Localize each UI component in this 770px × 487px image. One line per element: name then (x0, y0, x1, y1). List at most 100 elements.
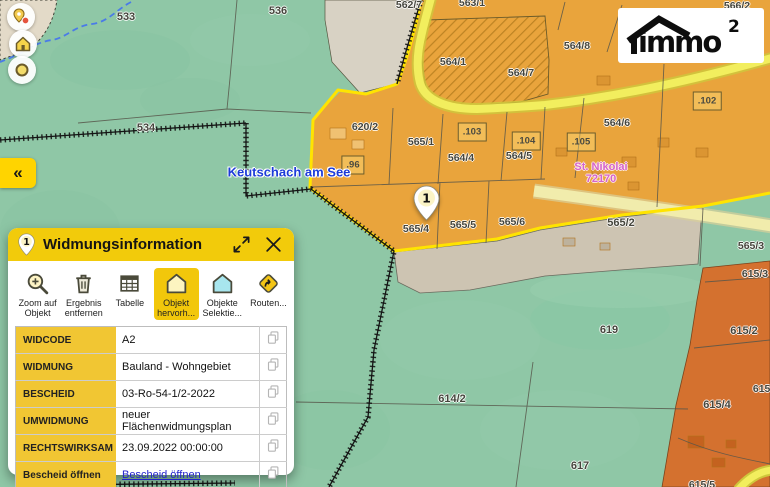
zoom-to-object-button[interactable]: Zoom auf Objekt (15, 268, 60, 320)
panel-marker-badge: 1 (18, 233, 35, 256)
panel-header[interactable]: 1 Widmungsinformation (8, 228, 294, 261)
parcel-label: 564/7 (508, 67, 534, 79)
home-button[interactable] (9, 30, 37, 58)
town-label: Keutschach am See (228, 165, 351, 180)
result-marker[interactable]: 1 (413, 185, 440, 221)
close-icon (264, 235, 283, 254)
sidebar-collapse-button[interactable]: « (0, 158, 36, 188)
building-parcel-label: .102 (693, 92, 722, 111)
parcel-label: 565/2 (607, 217, 635, 229)
panel-toolbar: Zoom auf Objekt Ergebnis entfernen (8, 261, 294, 323)
tool-label: Ergebnis entfernen (62, 298, 105, 318)
expand-panel-button[interactable] (229, 233, 253, 257)
zoning-info-table: WIDCODE A2 WIDMUNG Bauland - Wohngebiet … (15, 326, 287, 487)
row-label: BESCHEID (16, 381, 117, 408)
logo-sup: 2 (728, 17, 740, 37)
table-button[interactable]: Tabelle (107, 268, 152, 320)
select-objects-icon (210, 271, 235, 296)
row-label: WIDCODE (16, 327, 117, 354)
trash-icon (71, 271, 96, 296)
row-value: neuer Flächenwidmungsplan (116, 408, 260, 435)
table-row: RECHTSWIRKSAM 23.09.2022 00:00:00 (16, 435, 287, 462)
locate-button[interactable] (8, 56, 36, 84)
parcel-label: 564/6 (604, 117, 630, 129)
overview-pins-button[interactable] (7, 3, 35, 31)
row-value: Bauland - Wohngebiet (116, 354, 260, 381)
copy-button[interactable] (260, 327, 287, 354)
copy-button[interactable] (260, 381, 287, 408)
copy-button[interactable] (260, 408, 287, 435)
building-parcel-label: .104 (512, 132, 541, 151)
row-label: WIDMUNG (16, 354, 117, 381)
parcel-label: 564/8 (564, 40, 590, 52)
row-label: RECHTSWIRKSAM (16, 435, 117, 462)
district-label: St. Nikolai (574, 161, 627, 173)
expand-arrows-icon (232, 235, 251, 254)
highlight-object-button[interactable]: Objekt hervorh... (154, 268, 199, 320)
tool-label: Zoom auf Objekt (16, 298, 59, 318)
parcel-label: 620/2 (352, 121, 378, 133)
parcel-label: 614/2 (438, 393, 466, 405)
table-row: BESCHEID 03-Ro-54-1/2-2022 (16, 381, 287, 408)
home-icon (13, 34, 33, 54)
parcel-label: 565/6 (499, 216, 525, 228)
parcel-label: 615/3 (742, 268, 768, 280)
copy-icon (266, 357, 281, 372)
parcel-label: 615/4 (703, 399, 731, 411)
row-label: Bescheid öffnen (16, 462, 117, 487)
copy-icon (266, 438, 281, 453)
parcel-label: 562/7 (396, 0, 422, 11)
parcel-label: 536 (269, 5, 287, 17)
parcel-label: 564/5 (506, 150, 532, 162)
tool-label: Routen... (250, 298, 287, 308)
tool-label: Tabelle (116, 298, 145, 308)
copy-icon (266, 411, 281, 426)
parcel-label: 534 (137, 122, 155, 134)
copy-button[interactable] (260, 435, 287, 462)
row-value: 23.09.2022 00:00:00 (116, 435, 260, 462)
parcel-label: 533 (117, 11, 135, 23)
panel-title: Widmungsinformation (43, 236, 221, 253)
circle-icon (12, 60, 32, 80)
parcel-label: 565/5 (450, 219, 476, 231)
parcel-label: 615/5 (689, 479, 715, 487)
map-pins-icon (11, 7, 31, 27)
parcel-label: 563/1 (459, 0, 485, 9)
parcel-label: 565/1 (408, 136, 434, 148)
immo2-logo-graphic: immo 2 (624, 13, 758, 59)
copy-button[interactable] (260, 462, 287, 487)
close-panel-button[interactable] (261, 233, 285, 257)
copy-icon (266, 465, 281, 480)
row-label: UMWIDMUNG (16, 408, 117, 435)
select-objects-button[interactable]: Objekte Selektie... (200, 268, 245, 320)
district-label-code: 72170 (586, 173, 617, 185)
building-parcel-label: .103 (458, 123, 487, 142)
tool-label: Objekte Selektie... (201, 298, 244, 318)
table-row: UMWIDMUNG neuer Flächenwidmungsplan (16, 408, 287, 435)
table-row: Bescheid öffnen Bescheid öffnen (16, 462, 287, 487)
logo-text: immo (638, 25, 721, 59)
map-viewport[interactable]: 533 536 534 562/7 563/1 566/2 564/8 564/… (0, 0, 770, 487)
badge-number: 1 (23, 237, 30, 248)
row-value: A2 (116, 327, 260, 354)
table-row: WIDCODE A2 (16, 327, 287, 354)
copy-button[interactable] (260, 354, 287, 381)
marker-number: 1 (422, 191, 431, 206)
copy-icon (266, 384, 281, 399)
parcel-label: 615/2 (730, 325, 758, 337)
table-row: WIDMUNG Bauland - Wohngebiet (16, 354, 287, 381)
building-parcel-label: .105 (567, 133, 596, 152)
parcel-label: 564/4 (448, 152, 474, 164)
table-icon (117, 271, 142, 296)
parcel-label: 615/1 (753, 383, 770, 395)
parcel-label: 617 (571, 460, 589, 472)
parcel-label: 565/3 (738, 240, 764, 252)
open-bescheid-link[interactable]: Bescheid öffnen (122, 469, 201, 481)
tool-label: Objekt hervorh... (155, 298, 198, 318)
immo2-logo: immo 2 (618, 8, 764, 63)
widmungsinformation-panel: 1 Widmungsinformation (8, 228, 294, 475)
highlight-object-icon (164, 271, 189, 296)
routes-button[interactable]: Routen... (246, 268, 291, 320)
remove-result-button[interactable]: Ergebnis entfernen (61, 268, 106, 320)
parcel-label: 565/4 (403, 223, 429, 235)
